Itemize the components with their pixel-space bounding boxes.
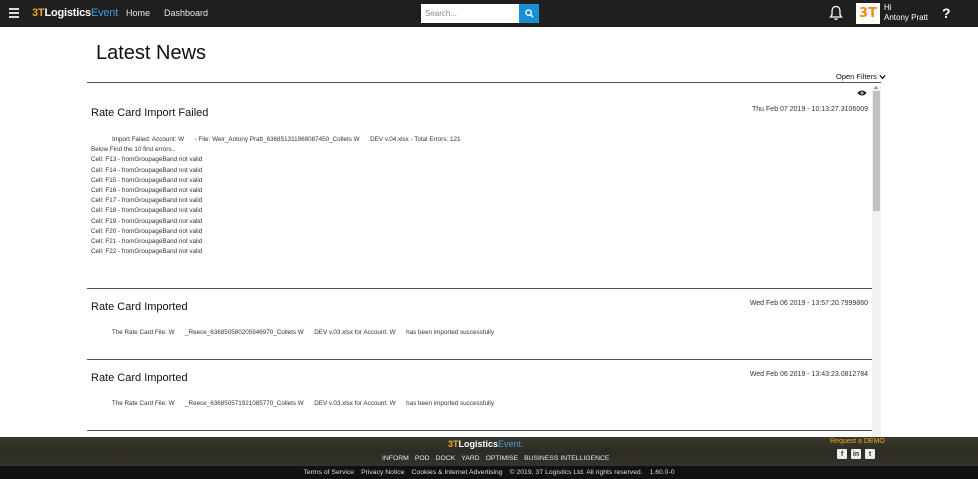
footer-product-links: INFORM POD DOCK YARD OPTIMISE BUSINESS I… [382, 455, 609, 462]
nav-home[interactable]: Home [126, 8, 150, 18]
news-body: The Rate Card File: W _Reece_63685058020… [91, 329, 494, 336]
twitter-icon[interactable]: t [865, 449, 875, 459]
chevron-down-icon [879, 74, 886, 79]
news-title: Rate Card Imported [91, 301, 188, 313]
terms-link[interactable]: Terms of Service [303, 469, 354, 476]
feed-scrollbar[interactable] [872, 86, 881, 437]
news-title: Rate Card Imported [91, 372, 188, 384]
footer-logo: 3TLogisticsEvent. [448, 439, 524, 449]
news-date: Thu Feb 07 2019 - 10:13:27.3106009 [752, 106, 868, 113]
news-date: Wed Feb 06 2019 - 13:57:20.7999860 [749, 300, 868, 307]
help-icon[interactable]: ? [942, 5, 951, 21]
nav-dashboard[interactable]: Dashboard [164, 8, 208, 18]
menu-icon[interactable] [9, 8, 19, 18]
news-item[interactable]: Rate Card Imported Wed Feb 06 2019 - 13:… [87, 289, 872, 361]
page-title: Latest News [96, 42, 207, 64]
news-title: Rate Card Import Failed [91, 107, 209, 119]
news-date: Wed Feb 06 2019 - 13:43:23.0812784 [749, 371, 868, 378]
divider [87, 430, 872, 431]
footer-link-bi[interactable]: BUSINESS INTELLIGENCE [524, 455, 609, 462]
footer-link-optimise[interactable]: OPTIMISE [486, 455, 518, 462]
footer-link-yard[interactable]: YARD [461, 455, 479, 462]
footer-link-pod[interactable]: POD [415, 455, 430, 462]
news-feed: Rate Card Import Failed Thu Feb 07 2019 … [87, 86, 881, 437]
footer: 3TLogisticsEvent. INFORM POD DOCK YARD O… [0, 437, 978, 466]
news-item[interactable]: Rate Card Imported Wed Feb 06 2019 - 13:… [87, 361, 872, 433]
search-button[interactable] [519, 4, 539, 23]
user-greeting[interactable]: Hi Antony Pratt [884, 3, 928, 23]
search-input[interactable] [421, 4, 519, 23]
news-body: Import Failed: Account: W - File: Weir_A… [91, 136, 461, 256]
top-navbar: 3TLogisticsEvent Home Dashboard 3T HiAnt… [0, 0, 978, 27]
linkedin-icon[interactable]: in [851, 449, 861, 459]
privacy-link[interactable]: Privacy Notice [361, 469, 404, 476]
divider [87, 359, 872, 360]
request-demo-link[interactable]: Request a DEMO [830, 438, 885, 445]
facebook-icon[interactable]: f [837, 449, 847, 459]
version-text: 1.60.0-0 [649, 469, 675, 476]
search-box [421, 4, 539, 23]
news-body: The Rate Card File: W _Reece_63685057192… [91, 400, 494, 407]
search-icon [524, 9, 534, 18]
copyright-text: © 2019, 3T Logistics Ltd. All rights res… [509, 469, 643, 476]
cookies-link[interactable]: Cookies & Internet Advertising [412, 469, 503, 476]
scroll-up-arrow-icon[interactable] [874, 86, 878, 89]
legal-bar: Terms of Service Privacy Notice Cookies … [0, 466, 978, 479]
footer-link-inform[interactable]: INFORM [382, 455, 409, 462]
news-item[interactable]: Rate Card Import Failed Thu Feb 07 2019 … [87, 86, 872, 289]
avatar[interactable]: 3T [856, 3, 880, 24]
brand-logo[interactable]: 3TLogisticsEvent [32, 7, 118, 19]
scrollbar-thumb[interactable] [873, 91, 880, 211]
notification-bell-icon[interactable] [829, 5, 843, 21]
open-filters-button[interactable]: Open Filters [836, 72, 886, 81]
footer-link-dock[interactable]: DOCK [436, 455, 456, 462]
social-links: f in t [837, 449, 875, 459]
title-divider [87, 82, 881, 83]
